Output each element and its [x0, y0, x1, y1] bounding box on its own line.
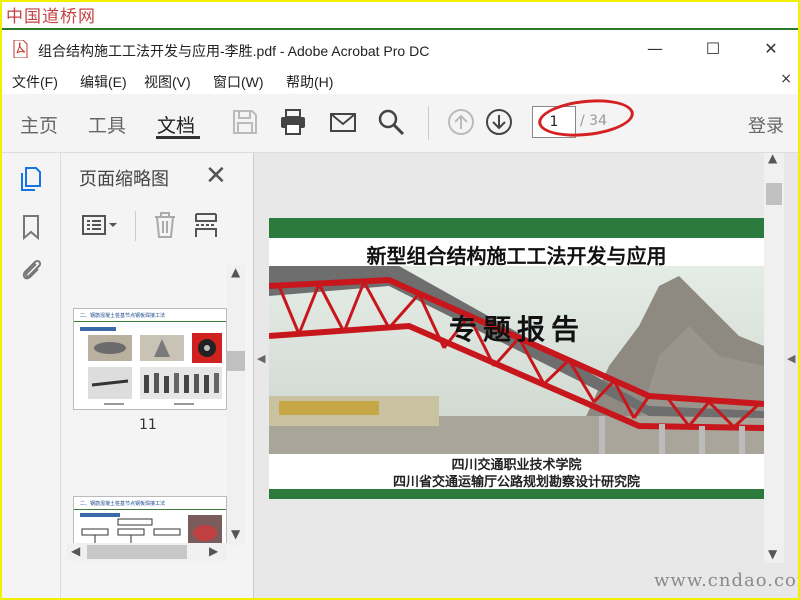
bookmark-icon[interactable]	[17, 213, 45, 241]
thumbnail-content	[80, 513, 222, 545]
thumbnail-list: 二、钢筋混凝土桩基节点钢板焊接工法 11 二、钢筋混凝土桩基节点钢板焊接工法	[61, 258, 227, 545]
thumbnail-heading: 二、钢筋混凝土桩基节点钢板焊接工法	[80, 501, 166, 507]
pdf-page: 新型组合结构施工工法开发与应用 专题报告 四川交通职业技术学院 四川省交通运输厅…	[269, 218, 764, 499]
previous-page-icon[interactable]	[446, 107, 476, 137]
close-document-button[interactable]: ×	[780, 71, 792, 87]
header-divider	[2, 28, 798, 30]
doc-scroll-thumb[interactable]	[766, 183, 782, 205]
watermark-bottom: www.cndao.com	[654, 570, 800, 591]
menu-bar: 文件(F) 编辑(E) 视图(V) 窗口(W) 帮助(H) ×	[2, 66, 798, 94]
menu-view[interactable]: 视图(V)	[144, 72, 191, 92]
slide-title: 新型组合结构施工工法开发与应用	[366, 244, 667, 268]
slide-top-bar	[269, 218, 764, 238]
tab-home[interactable]: 主页	[20, 111, 58, 138]
thumbnail-page-12[interactable]: 二、钢筋混凝土桩基节点钢板焊接工法	[73, 496, 227, 545]
delete-page-icon[interactable]	[151, 211, 179, 239]
scroll-up-arrow-icon[interactable]: ▲	[231, 265, 240, 279]
panel-toolbar-separator	[135, 211, 136, 241]
search-icon[interactable]	[376, 107, 406, 137]
doc-scroll-up-icon[interactable]: ▲	[768, 151, 777, 165]
panel-close-button[interactable]: ✕	[205, 161, 227, 191]
slide-bridge-photo: 专题报告	[269, 266, 764, 454]
panel-title: 页面缩略图	[79, 169, 169, 189]
bridge-photo-illustration	[269, 266, 764, 454]
expand-right-pane-arrow-icon[interactable]: ◀	[787, 352, 795, 365]
watermark-top: 中国道桥网	[6, 7, 96, 27]
thumbnail-panel: 页面缩略图 ✕ 二、钢筋混凝土桩基节点钢板焊接工法 11 二、钢筋混凝土桩基节点…	[61, 153, 254, 598]
window-title: 组合结构施工工法开发与应用-李胜.pdf - Adobe Acrobat Pro…	[38, 43, 430, 59]
menu-edit[interactable]: 编辑(E)	[80, 72, 127, 92]
screenshot-frame: 中国道桥网 组合结构施工工法开发与应用-李胜.pdf - Adobe Acrob…	[0, 0, 800, 600]
left-rail	[2, 153, 61, 598]
thumbnail-options-icon[interactable]	[81, 211, 121, 239]
thumbnail-label-11: 11	[139, 417, 157, 433]
close-button[interactable]: ✕	[748, 38, 794, 60]
thumbnail-content	[80, 327, 222, 405]
thumbnail-page-11[interactable]: 二、钢筋混凝土桩基节点钢板焊接工法	[73, 308, 227, 410]
save-icon[interactable]	[230, 107, 260, 137]
title-bar: 组合结构施工工法开发与应用-李胜.pdf - Adobe Acrobat Pro…	[2, 32, 798, 66]
thumbnail-horizontal-scrollbar[interactable]: ◀ ▶	[67, 543, 227, 561]
scroll-left-arrow-icon[interactable]: ◀	[71, 544, 80, 558]
toolbar-separator	[428, 106, 429, 140]
menu-window[interactable]: 窗口(W)	[213, 72, 264, 92]
slide-institution-2: 四川省交通运输厅公路规划勘察设计研究院	[392, 475, 640, 490]
tab-document[interactable]: 文档	[157, 111, 195, 138]
scroll-right-arrow-icon[interactable]: ▶	[209, 544, 218, 558]
thumbnail-rule	[74, 321, 226, 322]
menu-file[interactable]: 文件(F)	[12, 72, 58, 92]
minimize-button[interactable]: —	[632, 38, 678, 60]
hscroll-thumb[interactable]	[87, 545, 187, 559]
toolbar: 主页 工具 文档 1 / 34 登录	[2, 94, 798, 153]
page-thumbnails-icon[interactable]	[17, 165, 45, 193]
doc-scroll-down-icon[interactable]: ▼	[768, 547, 777, 561]
slide-bottom-bar	[269, 489, 764, 499]
scroll-thumb[interactable]	[227, 351, 245, 371]
thumbnail-heading: 二、钢筋混凝土桩基节点钢板焊接工法	[80, 313, 166, 319]
slide-calligraphy: 专题报告	[449, 313, 586, 346]
login-link[interactable]: 登录	[748, 112, 784, 138]
thumbnail-rule	[74, 509, 226, 510]
attachment-icon[interactable]	[17, 255, 45, 283]
scroll-down-arrow-icon[interactable]: ▼	[231, 527, 240, 541]
print-icon[interactable]	[278, 107, 308, 137]
thumbnail-vertical-scrollbar[interactable]: ▲ ▼	[227, 265, 245, 545]
menu-help[interactable]: 帮助(H)	[286, 72, 333, 92]
collapse-panel-arrow-icon[interactable]: ◀	[257, 352, 265, 365]
tab-tools[interactable]: 工具	[88, 111, 126, 138]
maximize-button[interactable]: ☐	[690, 38, 736, 60]
active-tab-indicator	[156, 136, 200, 139]
document-vertical-scrollbar[interactable]: ▲ ▼	[764, 151, 784, 563]
insert-page-icon[interactable]	[193, 211, 219, 239]
next-page-icon[interactable]	[484, 107, 514, 137]
pdf-file-icon	[13, 40, 28, 58]
email-icon[interactable]	[328, 107, 358, 137]
